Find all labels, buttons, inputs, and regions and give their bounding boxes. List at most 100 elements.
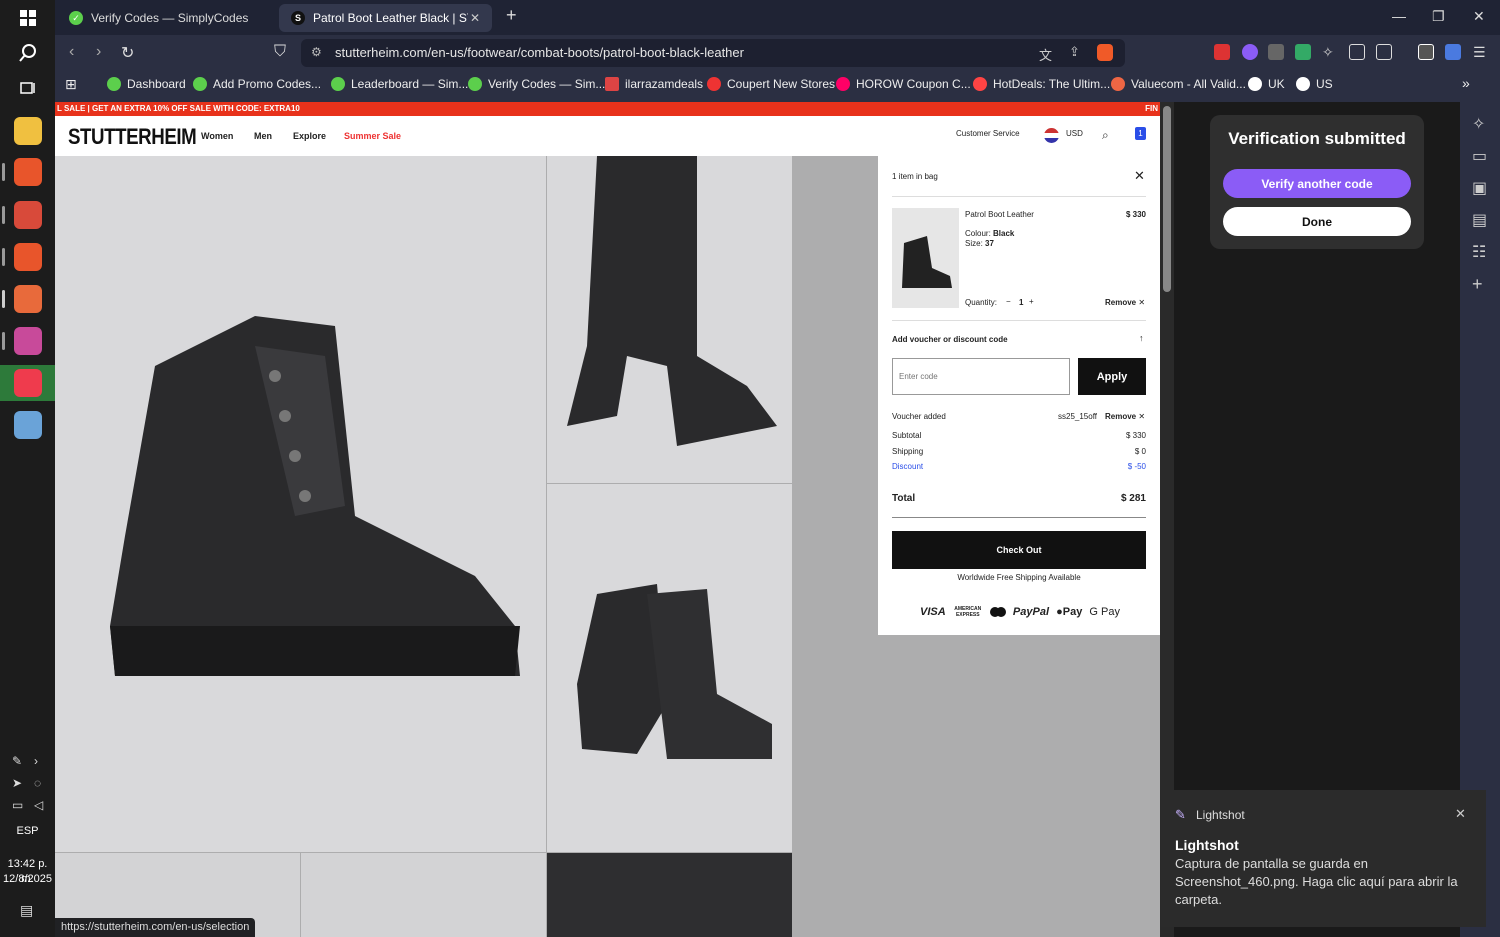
wallet-icon[interactable]: ▣ bbox=[1472, 178, 1487, 198]
network-icon[interactable]: ▭ bbox=[12, 798, 23, 812]
tab-verify-codes[interactable]: ✓ Verify Codes — SimplyCodes bbox=[57, 4, 276, 32]
file-explorer-icon[interactable] bbox=[14, 117, 42, 145]
language-indicator[interactable]: ESP bbox=[0, 824, 55, 839]
reading-list-icon[interactable]: ☷ bbox=[1472, 242, 1486, 262]
feather-icon[interactable]: ✎ bbox=[12, 754, 22, 768]
bookmarks-icon[interactable]: ▤ bbox=[1472, 210, 1487, 230]
forward-icon[interactable]: › bbox=[96, 43, 101, 61]
notification-icon[interactable]: ▤ bbox=[20, 902, 33, 919]
promo-banner[interactable]: L SALE | GET AN EXTRA 10% OFF SALE WITH … bbox=[55, 102, 1160, 116]
extension-icon[interactable] bbox=[1214, 44, 1230, 60]
brave-profile-icon[interactable] bbox=[14, 158, 42, 186]
reload-icon[interactable]: ↻ bbox=[121, 43, 134, 63]
bookmark-item[interactable]: Coupert New Stores bbox=[707, 77, 835, 91]
bookmark-icon[interactable]: ⛉ bbox=[274, 43, 286, 61]
arrow-up-icon[interactable]: ↑ bbox=[1139, 333, 1144, 343]
restore-button[interactable]: ❐ bbox=[1432, 8, 1445, 25]
toast-body[interactable]: Captura de pantalla se guarda en Screens… bbox=[1175, 855, 1475, 909]
search-icon[interactable]: ⌕ bbox=[1102, 128, 1109, 143]
brave-shields-icon[interactable] bbox=[1097, 44, 1113, 61]
verify-another-code-button[interactable]: Verify another code bbox=[1223, 169, 1411, 198]
translate-icon[interactable]: 文 bbox=[1039, 45, 1052, 64]
app-icon[interactable] bbox=[14, 369, 42, 397]
cart-item-image[interactable] bbox=[892, 208, 959, 308]
nav-men[interactable]: Men bbox=[254, 131, 272, 141]
voucher-code-input[interactable] bbox=[892, 358, 1070, 395]
windows-start-icon[interactable] bbox=[8, 0, 48, 36]
brave-profile-icon[interactable] bbox=[14, 285, 42, 313]
remove-voucher-button[interactable]: Remove ✕ bbox=[1105, 412, 1145, 421]
us-flag-icon[interactable] bbox=[1044, 128, 1059, 143]
new-tab-button[interactable]: + bbox=[506, 5, 517, 26]
back-icon[interactable]: ‹ bbox=[69, 43, 74, 61]
clock-date[interactable]: 12/8/2025 bbox=[0, 872, 55, 887]
bookmark-item[interactable]: ilarrazamdeals bbox=[605, 77, 703, 91]
remove-item-button[interactable]: Remove ✕ bbox=[1105, 298, 1145, 307]
customer-service-link[interactable]: Customer Service bbox=[956, 129, 1020, 138]
sync-icon[interactable]: ◌ bbox=[34, 776, 41, 790]
apply-button[interactable]: Apply bbox=[1078, 358, 1146, 395]
bookmark-item[interactable]: Valuecom - All Valid... bbox=[1111, 77, 1246, 91]
volume-icon[interactable]: ◁ bbox=[34, 798, 43, 812]
checkout-button[interactable]: Check Out bbox=[892, 531, 1146, 569]
nav-explore[interactable]: Explore bbox=[293, 131, 326, 141]
site-logo[interactable]: STUTTERHEIM bbox=[68, 124, 197, 150]
more-bookmarks-icon[interactable]: » bbox=[1462, 75, 1470, 91]
brave-profile-icon[interactable] bbox=[14, 201, 42, 229]
bookmark-item[interactable]: Add Promo Codes... bbox=[193, 77, 321, 91]
scrollbar-thumb[interactable] bbox=[1163, 106, 1171, 292]
task-view-icon[interactable] bbox=[8, 70, 48, 106]
side-panel-icon[interactable] bbox=[1418, 44, 1434, 60]
media-icon[interactable]: ▭ bbox=[1472, 146, 1487, 166]
decrease-qty-button[interactable]: − bbox=[1006, 297, 1011, 306]
brave-profile-icon[interactable] bbox=[14, 327, 42, 355]
extension-icon[interactable] bbox=[1268, 44, 1284, 60]
increase-qty-button[interactable]: + bbox=[1029, 297, 1034, 306]
chevron-right-icon[interactable]: › bbox=[34, 754, 38, 768]
product-image-worn[interactable] bbox=[547, 156, 792, 483]
address-bar[interactable]: ⚙ stutterheim.com/en-us/footwear/combat-… bbox=[301, 39, 1125, 67]
search-icon[interactable] bbox=[8, 35, 48, 71]
add-icon[interactable]: + bbox=[1472, 274, 1483, 295]
tab-stutterheim[interactable]: S Patrol Boot Leather Black | STUT ✕ bbox=[279, 4, 492, 32]
done-button[interactable]: Done bbox=[1223, 207, 1411, 236]
bookmark-item[interactable]: US bbox=[1296, 77, 1333, 91]
currency-selector[interactable]: USD bbox=[1066, 129, 1083, 138]
close-window-button[interactable]: ✕ bbox=[1473, 8, 1485, 25]
simplycodes-extension-icon[interactable] bbox=[1242, 44, 1258, 60]
leo-icon[interactable] bbox=[1445, 44, 1461, 60]
nav-women[interactable]: Women bbox=[201, 131, 233, 141]
telegram-icon[interactable]: ➤ bbox=[12, 776, 22, 790]
bookmark-item[interactable]: Verify Codes — Sim... bbox=[468, 77, 605, 91]
bag-icon[interactable]: 1 bbox=[1135, 127, 1146, 140]
product-image-main[interactable] bbox=[55, 156, 546, 852]
bookmark-item[interactable]: UK bbox=[1248, 77, 1285, 91]
reader-icon[interactable] bbox=[1376, 44, 1392, 60]
product-image-pair[interactable] bbox=[547, 484, 792, 852]
menu-icon[interactable]: ☰ bbox=[1473, 44, 1489, 60]
bookmark-item[interactable]: HotDeals: The Ultim... bbox=[973, 77, 1110, 91]
apps-icon[interactable]: ⊞ bbox=[65, 76, 77, 93]
minimize-button[interactable]: — bbox=[1392, 8, 1406, 24]
brave-profile-icon[interactable] bbox=[14, 243, 42, 271]
bookmark-item[interactable]: HOROW Coupon C... bbox=[836, 77, 971, 91]
product-image[interactable] bbox=[301, 853, 546, 937]
nav-summer-sale[interactable]: Summer Sale bbox=[344, 131, 401, 141]
close-icon[interactable]: ✕ bbox=[1134, 168, 1145, 184]
bookmark-item[interactable]: Dashboard bbox=[107, 77, 186, 91]
cart-item-name[interactable]: Patrol Boot Leather bbox=[965, 210, 1034, 219]
close-icon[interactable]: ✕ bbox=[1455, 806, 1466, 822]
url-text[interactable]: stutterheim.com/en-us/footwear/combat-bo… bbox=[335, 45, 744, 60]
share-icon[interactable]: ⇪ bbox=[1069, 44, 1080, 60]
close-icon[interactable]: ✕ bbox=[470, 11, 480, 25]
extension-icon[interactable] bbox=[1295, 44, 1311, 60]
voucher-title[interactable]: Add voucher or discount code bbox=[892, 335, 1008, 344]
lightshot-notification[interactable]: ✎ Lightshot ✕ Lightshot Captura de panta… bbox=[1161, 790, 1486, 927]
app-icon[interactable] bbox=[14, 411, 42, 439]
puzzle-icon[interactable]: ✧ bbox=[1322, 44, 1338, 60]
product-image-sole[interactable] bbox=[547, 853, 792, 937]
site-info-icon[interactable]: ⚙ bbox=[311, 45, 322, 59]
bookmark-item[interactable]: Leaderboard — Sim... bbox=[331, 77, 468, 91]
sidebar-icon[interactable] bbox=[1349, 44, 1365, 60]
leo-ai-icon[interactable]: ✧ bbox=[1472, 114, 1485, 134]
